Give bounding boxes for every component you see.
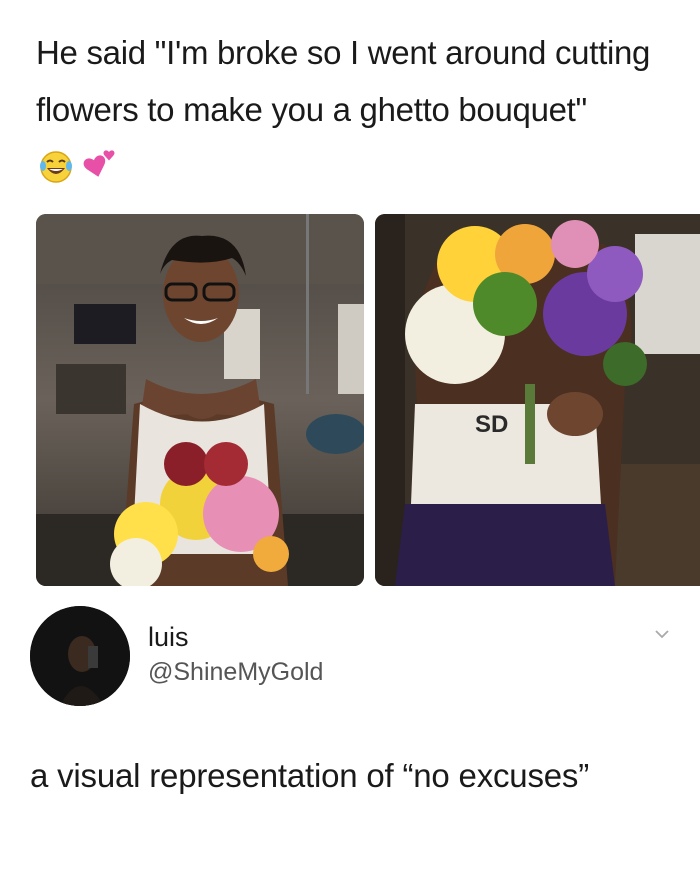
caption-text: He said "I'm broke so I went around cutt… xyxy=(36,34,651,128)
author-name[interactable]: luis xyxy=(148,622,189,653)
shirt-logo-text: SD xyxy=(475,411,508,438)
man-smiling-with-bouquet-photo xyxy=(36,214,364,586)
bouquet-covering-face-photo: SD xyxy=(375,214,700,586)
laughing-tears-emoji-icon xyxy=(40,151,72,183)
tweet-author[interactable]: luis @ShineMyGold xyxy=(30,606,670,706)
photo-left-illustration xyxy=(36,214,364,586)
photo-right-illustration: SD xyxy=(375,214,700,586)
author-handle[interactable]: @ShineMyGold xyxy=(148,658,323,687)
post-caption: He said "I'm broke so I went around cutt… xyxy=(36,24,676,195)
tweet-text: a visual representation of “no excuses” xyxy=(30,757,590,794)
avatar-image xyxy=(30,606,130,706)
two-hearts-emoji-icon xyxy=(83,150,115,177)
caption-emojis xyxy=(38,148,122,186)
chevron-down-icon[interactable] xyxy=(654,628,670,640)
avatar[interactable] xyxy=(30,606,130,706)
